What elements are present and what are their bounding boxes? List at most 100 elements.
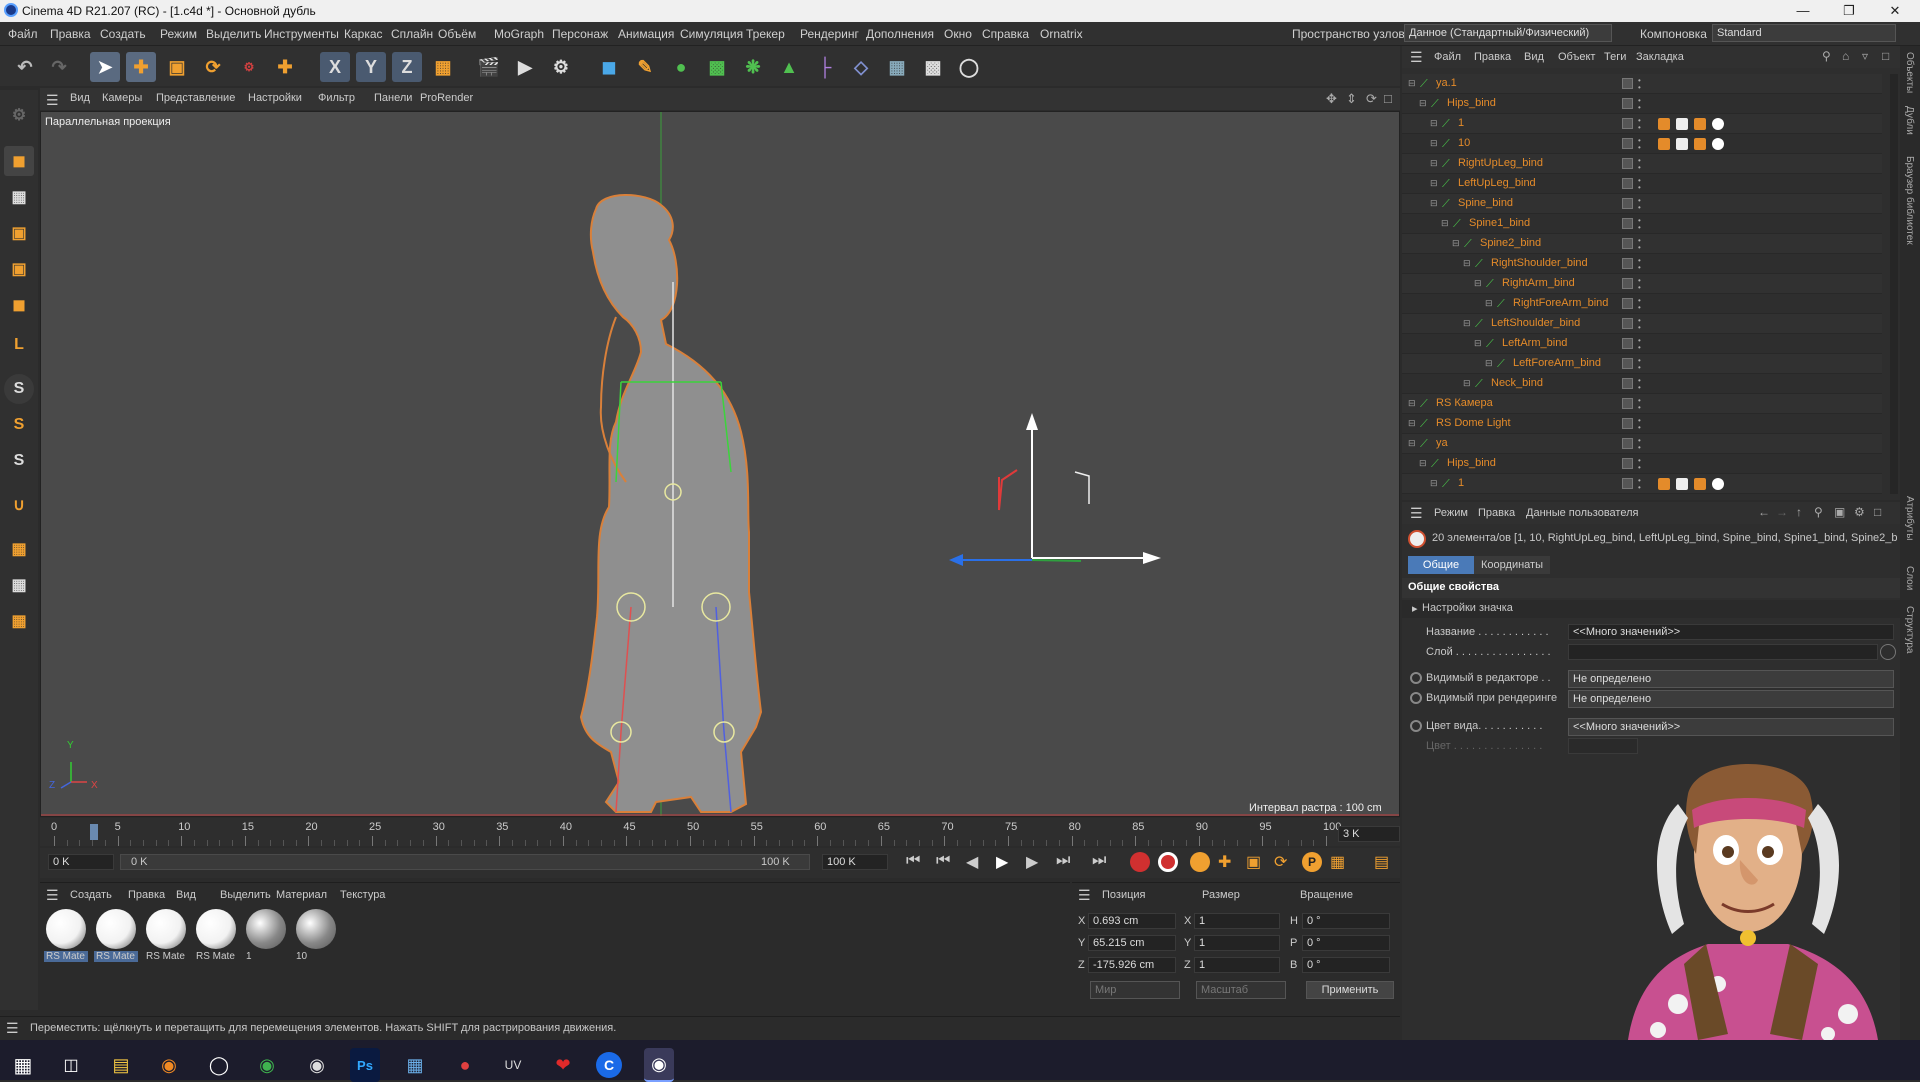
- upwork-icon[interactable]: ◯: [204, 1048, 234, 1082]
- rot-p-field[interactable]: 0 °: [1302, 935, 1390, 951]
- coord-scale-select[interactable]: Масштаб: [1196, 981, 1286, 999]
- obj-hamburger-icon[interactable]: ☰: [1410, 49, 1423, 66]
- task-view-icon[interactable]: ◫: [56, 1048, 86, 1082]
- render-dots-icon[interactable]: • •: [1638, 77, 1642, 92]
- vis-render-select[interactable]: Не определено: [1568, 690, 1894, 708]
- layer-field[interactable]: [1568, 644, 1878, 660]
- expand-toggle-icon[interactable]: ⊟: [1452, 238, 1464, 250]
- visibility-check-icon[interactable]: [1622, 318, 1633, 329]
- go-to-start-icon[interactable]: ⏮: [906, 852, 920, 870]
- recent-tool-icon[interactable]: ⚙: [234, 52, 264, 82]
- attribute-menu-item[interactable]: Данные пользователя: [1526, 507, 1638, 519]
- menu-item-11[interactable]: Анимация: [618, 27, 674, 41]
- expand-toggle-icon[interactable]: ⊟: [1430, 118, 1442, 130]
- attr-search-icon[interactable]: ⚲: [1814, 505, 1823, 519]
- model-mode-icon[interactable]: ◼: [4, 146, 34, 176]
- field-icon[interactable]: ◇: [846, 52, 876, 82]
- side-tab[interactable]: Дубли: [1904, 106, 1915, 135]
- next-frame-icon[interactable]: ▶: [1026, 852, 1038, 872]
- prev-frame-icon[interactable]: ◀: [966, 852, 978, 872]
- utorrent-icon[interactable]: ◉: [252, 1048, 282, 1082]
- workplane-icon[interactable]: ▦: [4, 534, 34, 564]
- apply-button[interactable]: Применить: [1306, 981, 1394, 999]
- object-menu-item[interactable]: Файл: [1434, 51, 1461, 63]
- move-tool-icon[interactable]: ✚: [126, 52, 156, 82]
- scale-tool-icon[interactable]: ▣: [162, 52, 192, 82]
- play-icon[interactable]: ▶: [996, 852, 1008, 872]
- render-dots-icon[interactable]: • •: [1638, 297, 1642, 312]
- array-icon[interactable]: ▩: [702, 52, 732, 82]
- points-mode-icon[interactable]: ▣: [4, 218, 34, 248]
- expand-toggle-icon[interactable]: ⊟: [1463, 258, 1475, 270]
- visibility-check-icon[interactable]: [1622, 158, 1633, 169]
- render-dots-icon[interactable]: • •: [1638, 337, 1642, 352]
- forward-icon[interactable]: →: [1776, 505, 1788, 519]
- side-tab[interactable]: Структура: [1904, 606, 1915, 653]
- visibility-check-icon[interactable]: [1622, 358, 1633, 369]
- menu-item-6[interactable]: Каркас: [344, 27, 383, 41]
- uv-tool-icon[interactable]: UV: [498, 1048, 528, 1082]
- cube-icon[interactable]: ◼: [594, 52, 624, 82]
- material-menu-item[interactable]: Выделить: [220, 889, 271, 901]
- key-scale-icon[interactable]: ▣: [1246, 852, 1261, 872]
- workplane-snap-icon[interactable]: S: [4, 446, 34, 476]
- visibility-check-icon[interactable]: [1622, 238, 1633, 249]
- mograph-icon[interactable]: ▲: [774, 52, 804, 82]
- playhead[interactable]: [90, 824, 98, 840]
- menu-item-9[interactable]: MoGraph: [494, 27, 544, 41]
- render-dots-icon[interactable]: • •: [1638, 97, 1642, 112]
- size-y-field[interactable]: 1: [1194, 935, 1280, 951]
- heart-app-icon[interactable]: ❤: [548, 1048, 578, 1082]
- object-row[interactable]: ⊟ ⟋ Spine_bind • •: [1402, 194, 1882, 214]
- new-window-icon[interactable]: □: [1882, 49, 1889, 63]
- image-viewer-icon[interactable]: ▦: [400, 1048, 430, 1082]
- timeline-end-field[interactable]: 3 K: [1338, 826, 1400, 842]
- hamburger-icon[interactable]: ☰: [46, 92, 59, 109]
- render-dots-icon[interactable]: • •: [1638, 277, 1642, 292]
- menu-item-16[interactable]: Окно: [944, 27, 972, 41]
- side-tab[interactable]: Атрибуты: [1904, 496, 1915, 540]
- render-dots-icon[interactable]: • •: [1638, 357, 1642, 372]
- render-dots-icon[interactable]: • •: [1638, 137, 1642, 152]
- expand-toggle-icon[interactable]: ⊟: [1419, 458, 1431, 470]
- make-editable-icon[interactable]: ⚙: [4, 100, 34, 130]
- object-menu-item[interactable]: Объект: [1558, 51, 1595, 63]
- tag-icon[interactable]: [1694, 118, 1706, 130]
- status-hamburger-icon[interactable]: ☰: [6, 1020, 19, 1037]
- viewport-menu-item[interactable]: Представление: [156, 92, 235, 104]
- tag-icon[interactable]: [1658, 478, 1670, 490]
- material-menu-item[interactable]: Материал: [276, 889, 327, 901]
- auto-key-icon[interactable]: [1158, 852, 1178, 872]
- photoshop-icon[interactable]: Ps: [350, 1048, 380, 1082]
- visibility-check-icon[interactable]: [1622, 478, 1633, 489]
- visibility-check-icon[interactable]: [1622, 258, 1633, 269]
- vis-editor-anim-icon[interactable]: [1410, 672, 1422, 684]
- menu-item-1[interactable]: Правка: [50, 27, 91, 41]
- menu-item-15[interactable]: Дополнения: [866, 27, 934, 41]
- snap-settings-icon[interactable]: S: [4, 410, 34, 440]
- material-menu-item[interactable]: Текстура: [340, 889, 385, 901]
- visibility-check-icon[interactable]: [1622, 298, 1633, 309]
- next-key-icon[interactable]: ⏭: [1056, 852, 1070, 870]
- object-row[interactable]: ⊟ ⟋ Spine2_bind • •: [1402, 234, 1882, 254]
- render-dots-icon[interactable]: • •: [1638, 317, 1642, 332]
- maximize-button[interactable]: ❐: [1826, 0, 1872, 22]
- material-swatch[interactable]: RS Mate: [94, 907, 138, 967]
- keyframe-selection-icon[interactable]: [1190, 852, 1210, 872]
- record-icon[interactable]: [1130, 852, 1150, 872]
- side-tab[interactable]: Слои: [1904, 566, 1915, 590]
- coord-world-select[interactable]: Мир: [1090, 981, 1180, 999]
- filter-icon[interactable]: ▿: [1862, 49, 1868, 63]
- up-icon[interactable]: ↑: [1796, 505, 1802, 519]
- menu-item-7[interactable]: Сплайн: [391, 27, 433, 41]
- material-menu-item[interactable]: Создать: [70, 889, 112, 901]
- viewport-menu-item[interactable]: Вид: [70, 92, 90, 104]
- key-position-icon[interactable]: ✚: [1218, 852, 1231, 872]
- menu-item-13[interactable]: Трекер: [746, 27, 785, 41]
- render-dots-icon[interactable]: • •: [1638, 397, 1642, 412]
- expand-toggle-icon[interactable]: ⊟: [1430, 158, 1442, 170]
- object-row[interactable]: ⊟ ⟋ Spine1_bind • •: [1402, 214, 1882, 234]
- render-dots-icon[interactable]: • •: [1638, 177, 1642, 192]
- viewport-menu-item[interactable]: Камеры: [102, 92, 142, 104]
- object-row[interactable]: ⊟ ⟋ Hips_bind • •: [1402, 94, 1882, 114]
